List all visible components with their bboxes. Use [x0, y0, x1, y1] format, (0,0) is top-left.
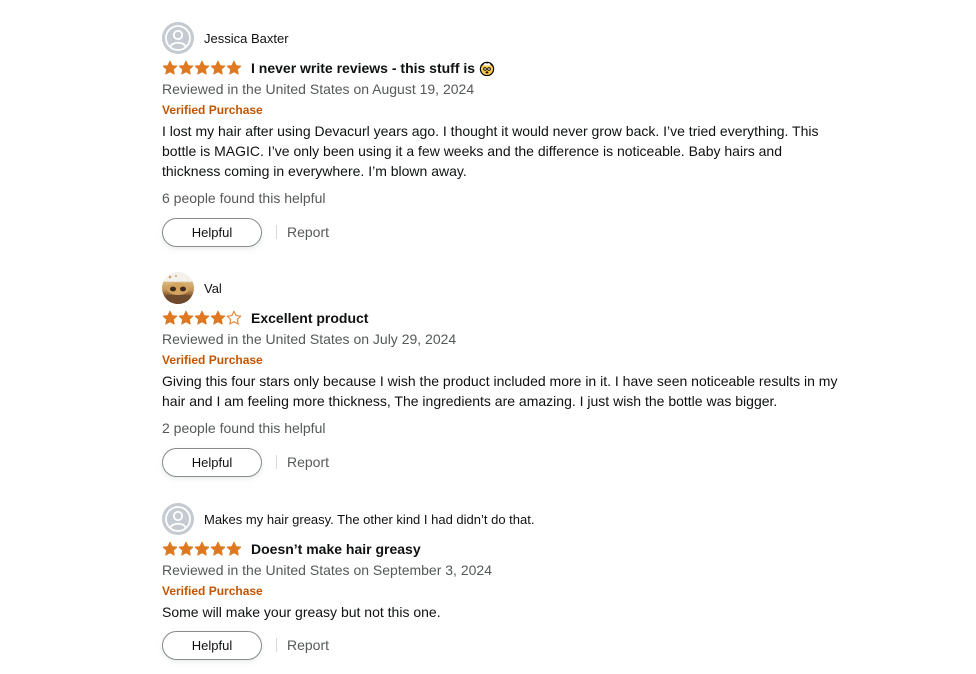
review-actions: Helpful Report — [162, 447, 852, 477]
star-filled-icon — [194, 310, 210, 325]
star-filled-icon — [194, 60, 210, 75]
review-body: I lost my hair after using Devacurl year… — [162, 123, 819, 179]
reviewer-profile[interactable]: Makes my hair greasy. The other kind I h… — [162, 503, 852, 535]
reviewer-name[interactable]: Makes my hair greasy. The other kind I h… — [204, 512, 534, 527]
star-filled-icon — [210, 541, 226, 556]
star-filled-icon — [226, 60, 242, 75]
review-title[interactable]: Excellent product — [251, 310, 368, 326]
helpful-count: 6 people found this helpful — [162, 190, 326, 206]
action-divider — [276, 225, 277, 239]
review-body: Giving this four stars only because I wi… — [162, 373, 838, 409]
star-filled-icon — [178, 541, 194, 556]
report-link[interactable]: Report — [287, 224, 329, 240]
review-actions: Helpful Report — [162, 217, 852, 247]
report-link[interactable]: Report — [287, 454, 329, 470]
reviewer-name[interactable]: Val — [204, 281, 222, 296]
helpful-button[interactable]: Helpful — [162, 630, 262, 660]
star-filled-icon — [226, 541, 242, 556]
reviewer-name[interactable]: Jessica Baxter — [204, 31, 289, 46]
star-filled-icon — [210, 60, 226, 75]
verified-purchase-badge[interactable]: Verified Purchase — [162, 580, 852, 602]
action-divider — [276, 638, 277, 652]
review-date: Reviewed in the United States on August … — [162, 81, 475, 97]
review: Val Excellent product Reviewed in the Un… — [162, 272, 852, 503]
action-divider — [276, 455, 277, 469]
exploding-head-emoji-icon — [479, 60, 495, 77]
helpful-button[interactable]: Helpful — [162, 217, 262, 247]
star-filled-icon — [162, 541, 178, 556]
review-date: Reviewed in the United States on Septemb… — [162, 562, 492, 578]
star-filled-icon — [178, 60, 194, 75]
review: Makes my hair greasy. The other kind I h… — [162, 503, 852, 660]
helpful-button[interactable]: Helpful — [162, 447, 262, 477]
review-date: Reviewed in the United States on July 29… — [162, 331, 457, 347]
profile-photo-icon — [162, 272, 194, 304]
default-user-icon — [162, 22, 194, 54]
review-title[interactable]: I never write reviews - this stuff is — [251, 60, 495, 77]
star-empty-icon — [226, 310, 242, 325]
star-filled-icon — [210, 310, 226, 325]
star-filled-icon — [162, 310, 178, 325]
review-title-text[interactable]: I never write reviews - this stuff is — [251, 60, 475, 76]
reviews-list: Jessica Baxter I never write reviews - t… — [162, 22, 852, 660]
star-filled-icon — [194, 541, 210, 556]
reviewer-profile[interactable]: Jessica Baxter — [162, 22, 852, 54]
reviewer-profile[interactable]: Val — [162, 272, 852, 304]
review-actions: Helpful Report — [162, 630, 852, 660]
verified-purchase-badge[interactable]: Verified Purchase — [162, 349, 852, 371]
review-title[interactable]: Doesn’t make hair greasy — [251, 541, 421, 557]
verified-purchase-badge[interactable]: Verified Purchase — [162, 99, 852, 121]
helpful-count: 2 people found this helpful — [162, 420, 326, 436]
report-link[interactable]: Report — [287, 637, 329, 653]
review: Jessica Baxter I never write reviews - t… — [162, 22, 852, 272]
review-body: Some will make your greasy but not this … — [162, 604, 441, 620]
star-rating[interactable] — [162, 60, 242, 76]
star-filled-icon — [178, 310, 194, 325]
star-filled-icon — [162, 60, 178, 75]
star-rating[interactable] — [162, 310, 242, 326]
default-user-icon — [162, 503, 194, 535]
star-rating[interactable] — [162, 541, 242, 557]
